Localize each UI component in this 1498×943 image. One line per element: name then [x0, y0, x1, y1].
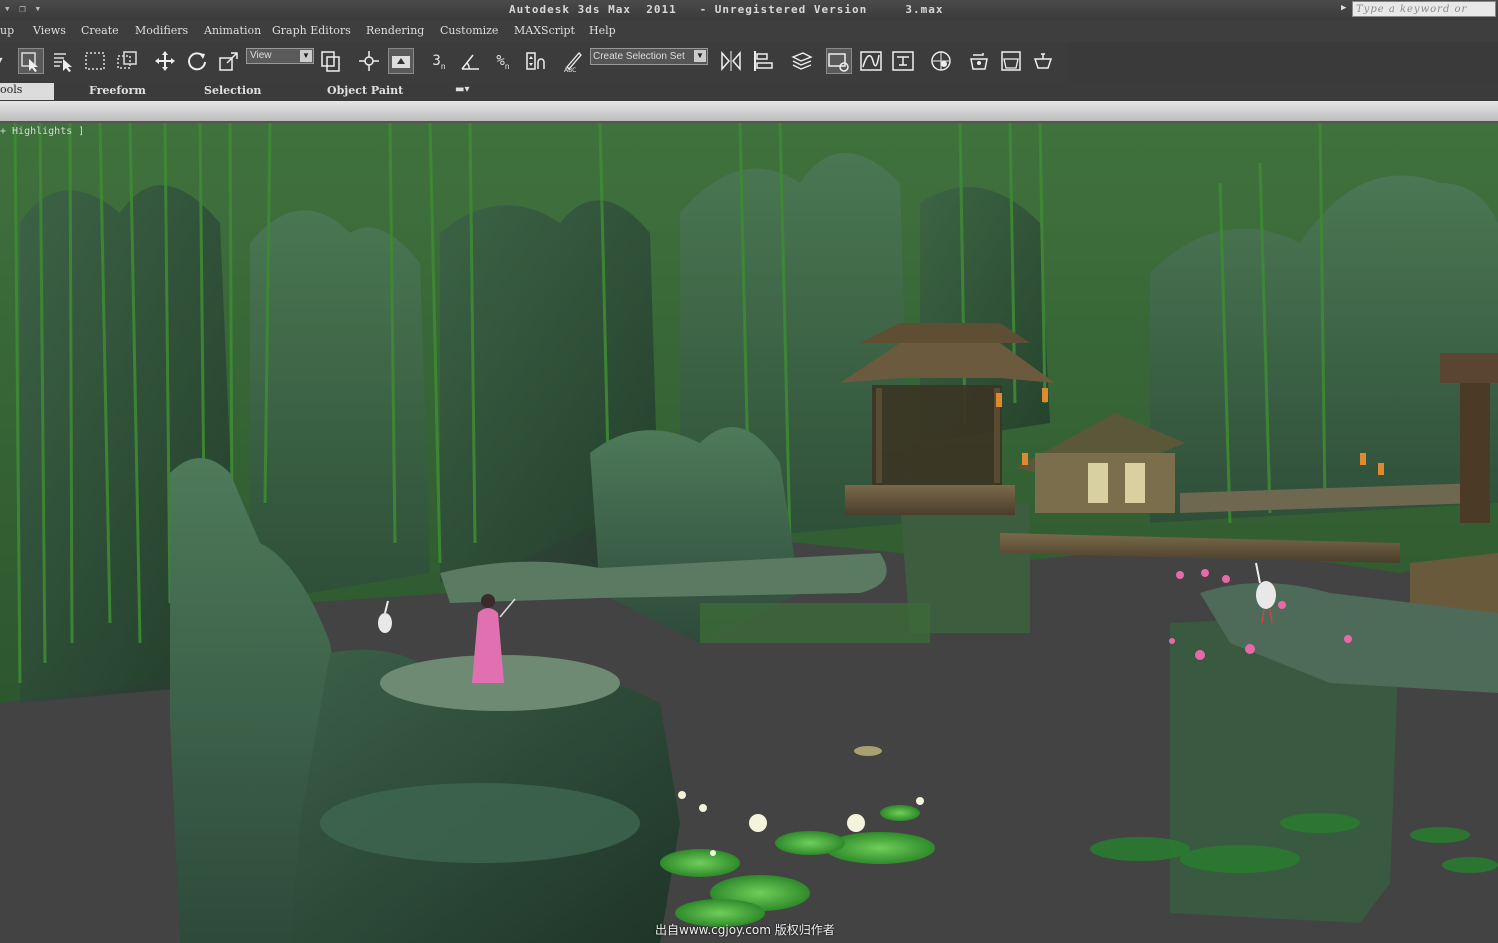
tab-freeform[interactable]: Freeform	[89, 84, 146, 97]
menu-help[interactable]: Help	[589, 24, 616, 37]
use-pivot-icon[interactable]	[318, 48, 344, 74]
menu-maxscript[interactable]: MAXScript	[514, 24, 575, 37]
graphite-toggle-icon[interactable]	[826, 48, 852, 74]
central-rock-platform	[290, 649, 680, 943]
viewport-label[interactable]: + Highlights ]	[0, 126, 84, 137]
keyboard-shortcut-icon[interactable]	[388, 48, 414, 74]
named-selection-dropdown[interactable]: Create Selection Set ▼	[590, 48, 708, 65]
menu-create[interactable]: Create	[81, 24, 119, 37]
reference-coordinate-dropdown[interactable]: View ▼	[246, 48, 314, 64]
edit-named-sets-icon[interactable]: ABC	[560, 48, 586, 74]
menu-bar: up Views Create Modifiers Animation Grap…	[0, 20, 1498, 42]
ribbon-options-icon[interactable]: ▬▾	[455, 84, 469, 95]
svg-text:ABC: ABC	[564, 67, 576, 73]
render-frame-icon[interactable]	[998, 48, 1024, 74]
menu-rendering[interactable]: Rendering	[366, 24, 424, 37]
tab-object-paint[interactable]: Object Paint	[327, 84, 403, 97]
chevron-down-icon: ▼	[300, 50, 312, 62]
small-object	[854, 746, 882, 756]
snap-3d-icon[interactable]: 3n	[426, 48, 452, 74]
ribbon-tab-bar: ools Freeform Selection Object Paint ▬▾	[0, 82, 1498, 101]
chevron-down-icon: ▼	[694, 50, 706, 62]
menu-modifiers[interactable]: Modifiers	[135, 24, 188, 37]
mirror-icon[interactable]	[718, 48, 744, 74]
perspective-viewport[interactable]: + Highlights ] 出自www.cgjoy.com 版权归作者	[0, 123, 1498, 943]
search-input[interactable]: Type a keyword or phrase	[1352, 1, 1496, 31]
reference-coordinate-value: View	[250, 50, 272, 61]
menu-group[interactable]: up	[0, 24, 14, 37]
crane-left	[378, 600, 392, 633]
menu-animation[interactable]: Animation	[204, 24, 261, 37]
reflection-panel	[700, 603, 930, 643]
toolbar-empty-area	[1068, 42, 1498, 82]
rect-selection-icon[interactable]	[82, 48, 108, 74]
material-editor-icon[interactable]	[928, 48, 954, 74]
curve-editor-icon[interactable]	[858, 48, 884, 74]
window-crossing-icon[interactable]	[114, 48, 140, 74]
rotate-icon[interactable]	[184, 48, 210, 74]
tab-graphite-tools[interactable]: ools	[0, 83, 54, 100]
search-arrow-icon[interactable]: ▶	[1341, 3, 1347, 13]
select-object-icon[interactable]	[18, 48, 44, 74]
quick-access-toolbar[interactable]: ▾ ❐ ▾	[4, 2, 42, 15]
scene-render	[0, 123, 1498, 943]
align-icon[interactable]	[750, 48, 776, 74]
spinner-snap-icon[interactable]	[522, 48, 548, 74]
menu-views[interactable]: Views	[33, 24, 66, 37]
ribbon-panel-collapsed[interactable]	[0, 101, 1498, 123]
scale-icon[interactable]	[216, 48, 242, 74]
watermark-text: 出自www.cgjoy.com 版权归作者	[655, 923, 835, 937]
percent-snap-icon[interactable]: %n	[490, 48, 516, 74]
render-setup-icon[interactable]	[966, 48, 992, 74]
window-title: Autodesk 3ds Max 2011 - Unregistered Ver…	[509, 3, 944, 16]
tab-selection[interactable]: Selection	[204, 84, 261, 97]
layer-manager-icon[interactable]	[788, 48, 814, 74]
menu-graph-editors[interactable]: Graph Editors	[272, 24, 351, 37]
selection-filter-icon[interactable]: ▾	[0, 48, 12, 74]
angle-snap-icon[interactable]	[458, 48, 484, 74]
move-icon[interactable]	[152, 48, 178, 74]
select-manipulate-icon[interactable]	[356, 48, 382, 74]
schematic-view-icon[interactable]	[890, 48, 916, 74]
render-production-icon[interactable]	[1030, 48, 1056, 74]
title-bar: ▾ ❐ ▾ Autodesk 3ds Max 2011 - Unregister…	[0, 0, 1498, 31]
lily-pads-foreground	[660, 805, 935, 927]
select-by-name-icon[interactable]	[50, 48, 76, 74]
named-selection-value: Create Selection Set	[593, 51, 685, 62]
main-toolbar: ▾ View ▼ 3n %n ABC Create Selecti	[0, 42, 1068, 83]
menu-customize[interactable]: Customize	[440, 24, 498, 37]
